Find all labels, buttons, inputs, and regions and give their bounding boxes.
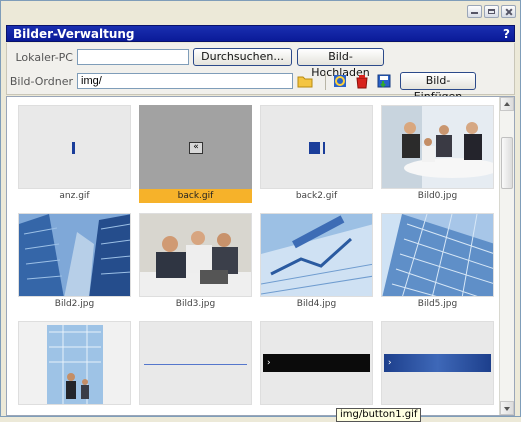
thumbnail-bild5[interactable]: Bild5.jpg: [375, 208, 494, 312]
thumbnail-image: [18, 105, 131, 189]
thumbnail-image: [139, 213, 252, 297]
thumbnail-image: [139, 321, 252, 405]
thumbnail-back2[interactable]: back2.gif: [254, 100, 373, 204]
thumbnail-image: «: [139, 105, 252, 189]
meeting-photo: [382, 106, 493, 188]
window-controls: [467, 5, 516, 18]
scroll-down-button[interactable]: [500, 401, 514, 415]
folder-input[interactable]: [77, 73, 293, 89]
chart-photo: [261, 214, 372, 296]
save-icon[interactable]: [376, 73, 392, 89]
thumbnail-line[interactable]: [133, 316, 252, 415]
back-arrow-icon: [309, 142, 326, 154]
help-icon[interactable]: ?: [503, 26, 510, 43]
thumbnail-caption: Bild3.jpg: [175, 299, 216, 309]
thumbnail-bild3[interactable]: Bild3.jpg: [133, 208, 252, 312]
scroll-thumb[interactable]: [501, 137, 513, 189]
lobby-photo: [19, 322, 130, 404]
insert-image-button[interactable]: Bild-Einfügen: [400, 72, 476, 103]
tooltip: img/button1.gif: [336, 408, 422, 422]
thumbnail-anz[interactable]: anz.gif: [12, 100, 131, 204]
thumbnail-blue-bar[interactable]: ›: [375, 316, 494, 415]
thumbnail-image: [381, 105, 494, 189]
thumbnail-caption: back2.gif: [295, 191, 338, 201]
thumbnail-caption: anz.gif: [59, 191, 90, 201]
thumbnail-image: [260, 105, 373, 189]
thumbnail-black-bar[interactable]: ›: [254, 316, 373, 415]
thumbnail-bild2[interactable]: Bild2.jpg: [12, 208, 131, 312]
chevron-right-icon: ›: [263, 354, 370, 372]
thumbnail-image: ›: [260, 321, 373, 405]
thumbnail-image: ›: [381, 321, 494, 405]
local-pc-label: Lokaler-PC: [15, 50, 73, 64]
thumbnail-caption: Bild0.jpg: [417, 191, 458, 201]
close-button[interactable]: [501, 5, 516, 18]
chevron-right-icon: ›: [384, 354, 491, 372]
thumbnail-caption: back.gif: [139, 189, 252, 203]
thumbnail-caption: Bild4.jpg: [296, 299, 337, 309]
toolbar-separator: [325, 72, 326, 90]
thumbnail-bild4[interactable]: Bild4.jpg: [254, 208, 373, 312]
thumbnail-caption: Bild2.jpg: [54, 299, 95, 309]
double-chevron-left-icon: «: [189, 142, 203, 154]
thumbnail-image: [18, 321, 131, 405]
team-photo: [140, 214, 251, 296]
thumbnail-bild0[interactable]: Bild0.jpg: [375, 100, 494, 204]
panel-title: Bilder-Verwaltung: [13, 27, 135, 41]
delete-icon[interactable]: [354, 73, 370, 89]
maximize-button[interactable]: [484, 5, 499, 18]
building-photo: [19, 214, 130, 296]
vertical-scrollbar[interactable]: [499, 97, 514, 415]
thumbnail-caption: [18, 405, 131, 415]
thumbnail-back[interactable]: « back.gif: [133, 100, 252, 204]
upload-button[interactable]: Bild-Hochladen: [297, 48, 384, 79]
thumbnail-caption: [139, 405, 252, 415]
glass-building-photo: [382, 214, 493, 296]
local-file-input[interactable]: [77, 49, 189, 65]
thumbnail-caption: Bild5.jpg: [417, 299, 458, 309]
thumbnail-image: [381, 213, 494, 297]
toolbar: Lokaler-PC Durchsuchen... Bild-Hochladen…: [6, 43, 515, 103]
thumbnail-image: [18, 213, 131, 297]
thumbnail-lobby[interactable]: [12, 316, 131, 415]
folder-row: Bild-Ordner Bild-Einfügen: [7, 70, 476, 103]
marker-graphic: [72, 142, 75, 154]
browse-button[interactable]: Durchsuchen...: [193, 48, 292, 66]
panel-titlebar: Bilder-Verwaltung ?: [6, 25, 515, 42]
scroll-up-button[interactable]: [500, 97, 514, 111]
upload-row: Lokaler-PC Durchsuchen... Bild-Hochladen: [7, 46, 384, 79]
folder-icon[interactable]: [297, 73, 313, 89]
image-manager-window: Bilder-Verwaltung ? Lokaler-PC Durchsuch…: [0, 0, 521, 417]
line-graphic: [144, 364, 247, 365]
image-gallery: anz.gif « back.gif back2.gif Bild0.jpg B…: [6, 96, 515, 416]
refresh-icon[interactable]: [332, 73, 348, 89]
thumbnail-image: [260, 213, 373, 297]
folder-label: Bild-Ordner: [9, 74, 73, 88]
minimize-button[interactable]: [467, 5, 482, 18]
